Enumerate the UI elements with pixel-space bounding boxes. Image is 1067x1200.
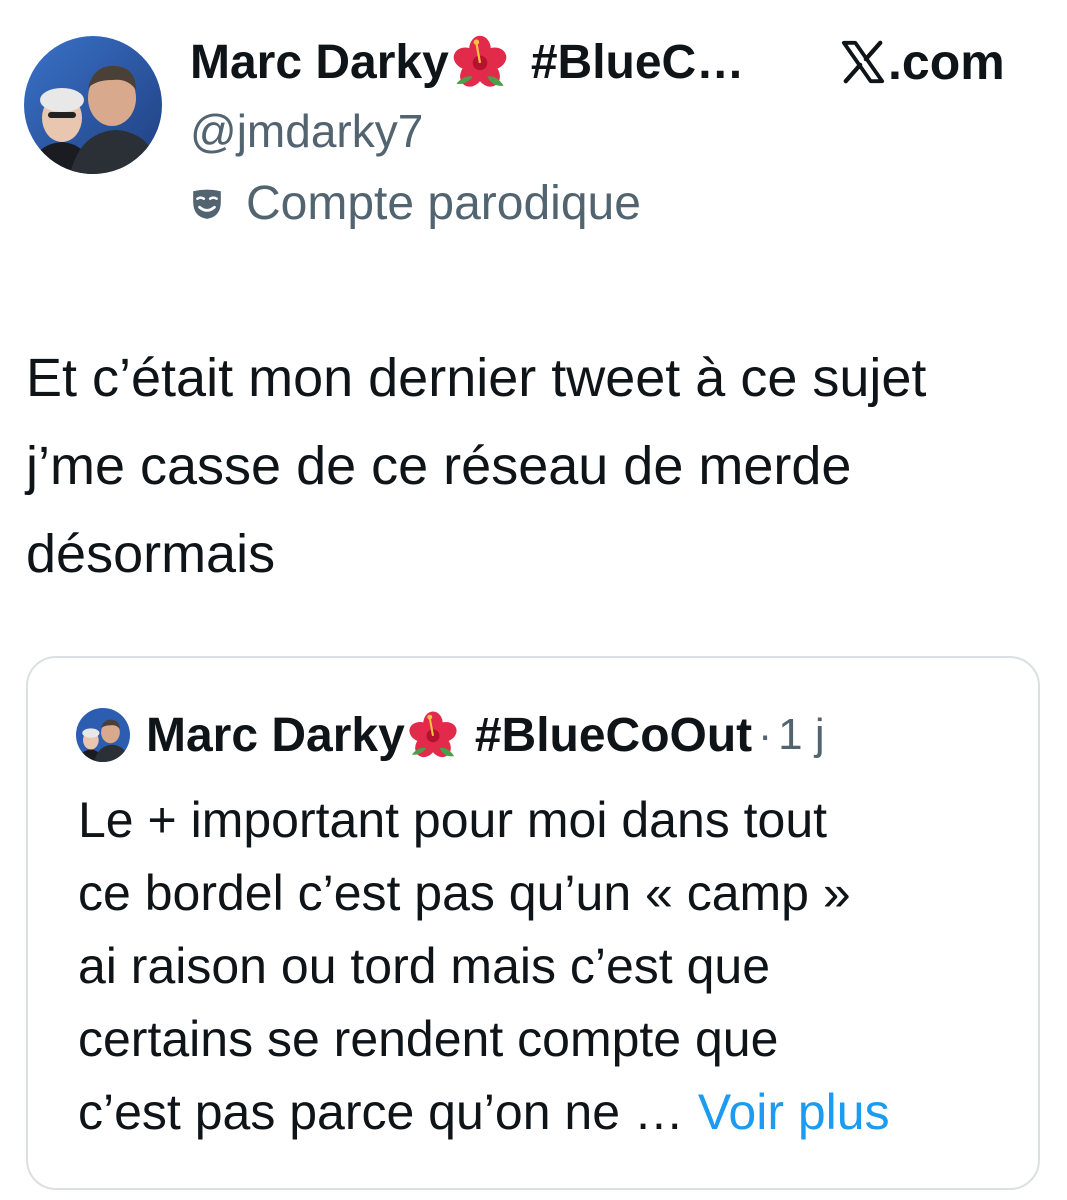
handle[interactable]: @jmdarky7 xyxy=(190,104,423,158)
quoted-tweet-header[interactable]: Marc Darky #BlueCoOut · 1 j xyxy=(76,700,825,770)
separator-dot: · xyxy=(758,711,773,758)
quoted-tweet-card[interactable]: Marc Darky #BlueCoOut · 1 j Le + importa… xyxy=(26,656,1040,1190)
quoted-display-name[interactable]: Marc Darky xyxy=(146,708,405,763)
parody-mask-icon xyxy=(193,189,221,219)
quoted-text-line: Le + important pour moi dans tout xyxy=(78,792,828,848)
x-logo-icon xyxy=(841,40,885,84)
hashtag[interactable]: #BlueC… xyxy=(531,35,744,90)
quoted-hashtag[interactable]: #BlueCoOut xyxy=(475,708,752,763)
hibiscus-icon xyxy=(451,33,509,91)
voir-plus-link[interactable]: Voir plus xyxy=(684,1084,890,1140)
quoted-text-line: certains se rendent compte que xyxy=(78,1011,779,1067)
quoted-text-line: ai raison ou tord mais c’est que xyxy=(78,938,771,994)
site-label[interactable]: .com xyxy=(840,30,1005,94)
site-domain: .com xyxy=(888,34,1005,90)
hibiscus-icon xyxy=(409,711,457,758)
tweet-text: Et c’était mon dernier tweet à ce sujet … xyxy=(26,348,927,584)
quoted-tweet-text: Le + important pour moi dans tout ce bor… xyxy=(78,784,1018,1149)
parody-badge: Compte parodique xyxy=(190,176,641,231)
quoted-text-line-last: c’est pas parce qu’on ne … Voir plus xyxy=(78,1076,1018,1149)
quoted-avatar[interactable] xyxy=(76,708,130,762)
display-name[interactable]: Marc Darky xyxy=(190,35,449,90)
parody-label: Compte parodique xyxy=(246,177,641,230)
author-name-line[interactable]: Marc Darky #BlueC… xyxy=(190,30,744,94)
avatar[interactable] xyxy=(24,36,162,174)
quoted-text-truncated: c’est pas parce qu’on ne … xyxy=(78,1084,684,1140)
quoted-text-line: ce bordel c’est pas qu’un « camp » xyxy=(78,865,851,921)
quoted-timestamp[interactable]: 1 j xyxy=(778,710,824,760)
